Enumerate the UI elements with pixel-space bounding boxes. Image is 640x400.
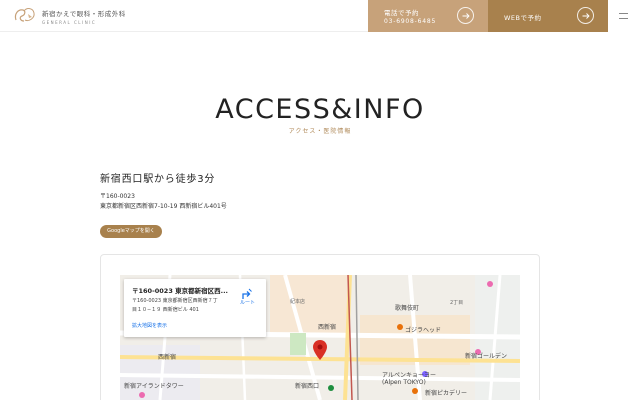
logo-text: 新宿かえで眼科・形成外科 GENERAL CLINIC xyxy=(42,8,126,25)
clinic-logo[interactable]: 新宿かえで眼科・形成外科 GENERAL CLINIC xyxy=(12,5,126,27)
directions-icon[interactable] xyxy=(241,285,253,299)
web-reservation-button[interactable]: WEBで予約 xyxy=(488,0,608,32)
section-title: ACCESS&INFO xyxy=(215,94,425,125)
map-label: 西新宿 xyxy=(318,324,337,331)
map-info-card: 〒160-0023 東京都新宿区西... 〒160-0023 東京都新宿区西新宿… xyxy=(124,279,266,337)
map-label: 新宿ゴールデン xyxy=(465,353,508,360)
tel-number: 03-6908-6485 xyxy=(384,18,437,25)
map-label: (Alpen TOKYO) xyxy=(382,379,426,386)
map-label: 紀本店 xyxy=(290,299,306,305)
map-info-title: 〒160-0023 東京都新宿区西... xyxy=(132,287,229,295)
tel-reservation-button[interactable]: 電話で予約 03-6908-6485 xyxy=(368,0,488,32)
open-google-maps-button[interactable]: Googleマップを開く xyxy=(100,225,162,238)
logo-name-jp: 新宿かえで眼科・形成外科 xyxy=(42,9,126,18)
arrow-right-icon xyxy=(577,7,594,24)
directions-label[interactable]: ルート xyxy=(240,299,255,306)
map-label: 新宿ピカデリー xyxy=(425,390,468,397)
section-subtitle: アクセス・医院情報 xyxy=(288,128,352,135)
map-label: アルペンキョーヨー xyxy=(382,372,436,379)
view-larger-map-link[interactable]: 拡大地図を表示 xyxy=(132,322,167,329)
hamburger-menu-icon[interactable] xyxy=(608,0,640,32)
clinic-address: 東京都新宿区西新宿7-10-19 西新宿ビル401号 xyxy=(100,203,227,210)
logo-name-en: GENERAL CLINIC xyxy=(42,19,97,25)
site-header: 新宿かえで眼科・形成外科 GENERAL CLINIC 電話で予約 03-690… xyxy=(0,0,640,32)
arrow-right-icon xyxy=(457,7,474,24)
location-pin-icon[interactable] xyxy=(313,340,327,360)
station-info: 新宿西口駅から徒歩3分 xyxy=(100,174,216,185)
map-label: 西新宿 xyxy=(158,354,177,361)
map-info-address-line1: 〒160-0023 東京都新宿区西新宿７丁 xyxy=(132,298,218,304)
web-reservation-label: WEBで予約 xyxy=(504,14,542,22)
maple-leaf-logo-icon xyxy=(12,5,38,27)
map-label: ゴジラヘッド xyxy=(405,327,442,334)
map-label: 新宿アイランドタワー xyxy=(124,383,184,390)
map-label: 2丁目 xyxy=(450,300,464,306)
postal-code: 〒160-0023 xyxy=(100,193,135,200)
tel-reservation-label: 電話で予約 xyxy=(384,9,419,17)
map-label: 歌舞伎町 xyxy=(395,305,420,312)
map-info-address-line2: 目１０−１９ 西新宿ビル 401 xyxy=(132,307,199,313)
map-label: 新宿西口 xyxy=(295,383,320,390)
